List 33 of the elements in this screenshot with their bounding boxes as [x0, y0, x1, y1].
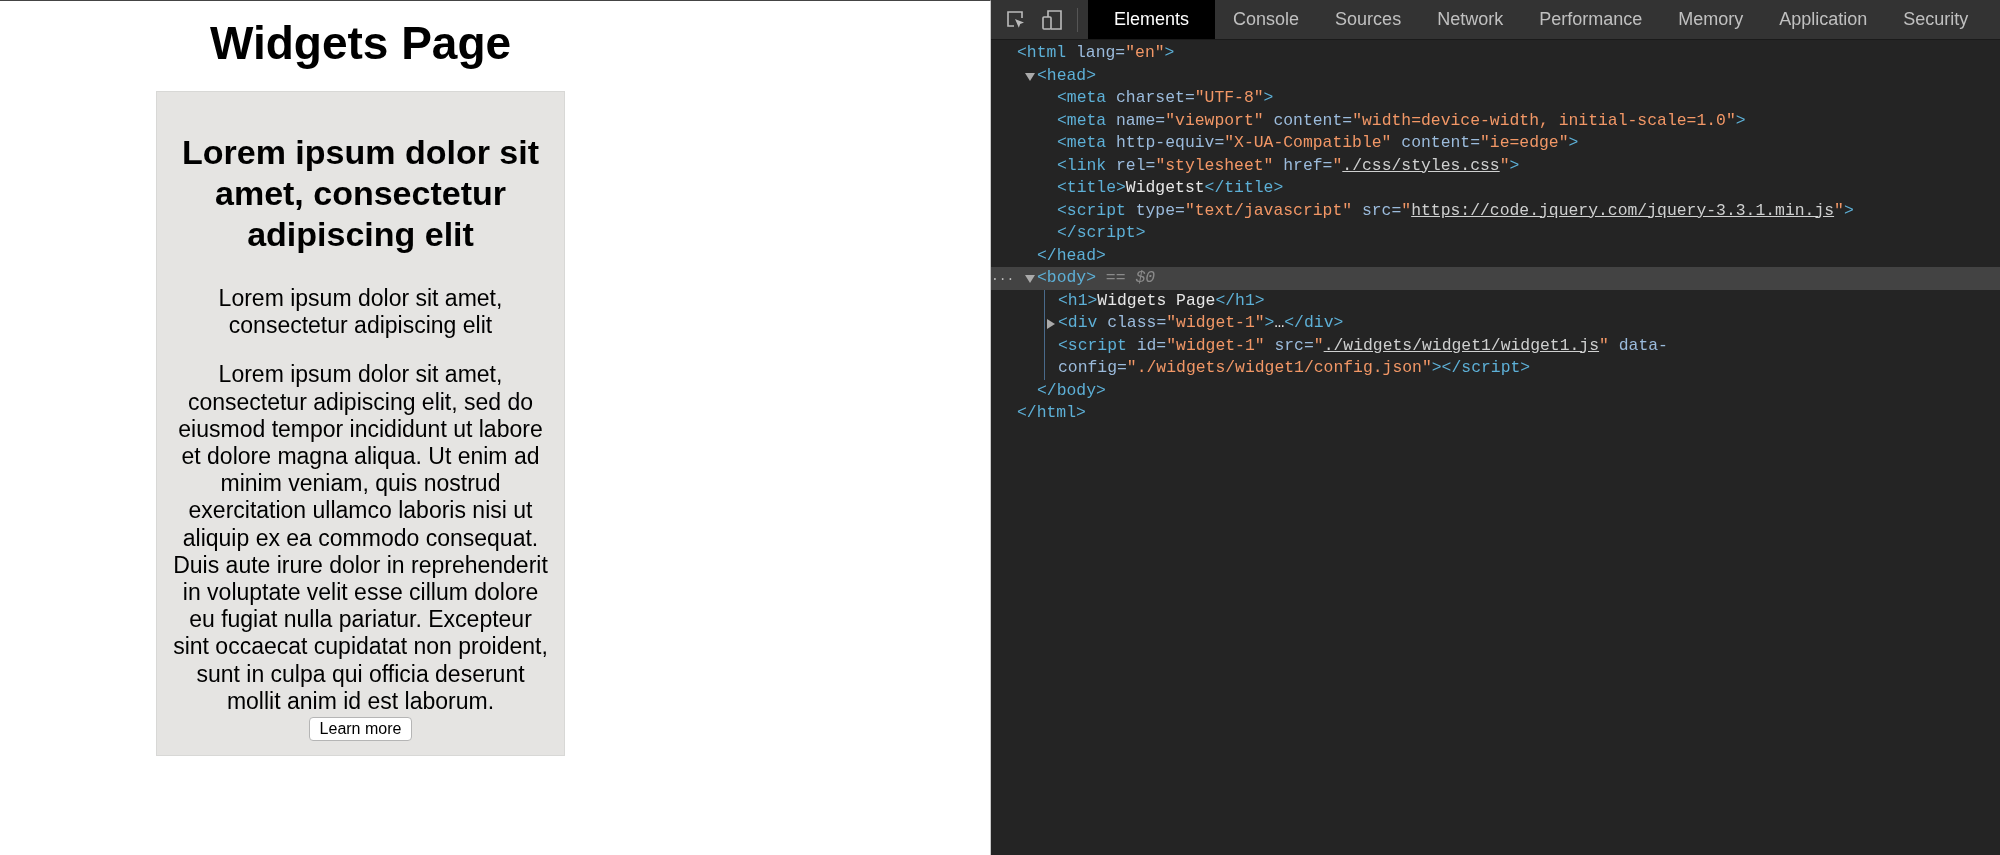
devtools-tab[interactable]: Performance [1521, 0, 1661, 39]
devtools-tab[interactable]: Elements [1088, 0, 1216, 39]
expanded-arrow-icon[interactable] [1025, 275, 1035, 283]
devtools-tab[interactable]: Memory [1660, 0, 1762, 39]
code-line[interactable]: <title>Widgetst</title> [1057, 177, 1284, 200]
code-line[interactable]: <h1>Widgets Page</h1> [1058, 289, 1265, 312]
devtools-tab[interactable]: Application [1761, 0, 1886, 39]
code-line[interactable]: <script type="text/javascript" src="https://code.jquery.com/jquery-3.3.1.min.js"></script> [1057, 199, 1929, 245]
code-line[interactable]: <meta name="viewport" content="width=device-width, initial-scale=1.0"> [1057, 109, 1746, 132]
card-title: Lorem ipsum dolor sit amet, consectetur adipiscing elit [180, 132, 540, 255]
learn-more-button[interactable]: Learn more [308, 717, 413, 742]
code-line[interactable]: <link rel="stylesheet" href="./css/styles.css"> [1057, 154, 1520, 177]
code-line[interactable]: </body> [1037, 379, 1106, 402]
code-line[interactable]: <head> [1037, 64, 1097, 87]
code-line[interactable]: </head> [1037, 244, 1106, 267]
devtools-tab[interactable]: Security [1885, 0, 1987, 39]
code-line[interactable]: <html lang="en"> [1017, 42, 1175, 65]
code-line[interactable]: <body> == $0 [1037, 267, 1156, 290]
card-paragraph: Lorem ipsum dolor sit amet, consectetur adipiscing elit, sed do eiusmod tempor incididunt ut labore et dolore magna aliqua. Ut enim ad minim veniam, quis nostrud exercitation ullamco laboris nisi ut aliquip ex ea commodo consequat. Duis aute irure dolor in reprehenderit in voluptate velit esse cillum dolore eu fugiat nulla pariatur. Excepteur sint occaecat cupidatat non proident, sunt in culpa qui officia deserunt mollit anim id est laborum. [172, 361, 549, 716]
code-line[interactable]: </html> [1017, 402, 1086, 425]
code-line[interactable]: <meta http-equiv="X-UA-Compatible" content="ie=edge"> [1057, 132, 1579, 155]
code-line[interactable]: <meta charset="UTF-8"> [1057, 87, 1274, 110]
code-line[interactable]: <script id="widget-1" src="./widgets/widget1/widget1.js" data-config="./widgets/widget1/config.json"></script> [1058, 334, 1930, 380]
devtools-tab[interactable]: Console [1215, 0, 1318, 39]
more-dots[interactable]: ... [991, 267, 1015, 287]
expanded-arrow-icon[interactable] [1025, 72, 1035, 81]
card-paragraph: Lorem ipsum dolor sit amet, consectetur adipiscing elit [217, 285, 504, 340]
device-icon[interactable] [1041, 8, 1063, 31]
collapsed-arrow-icon[interactable] [1047, 319, 1055, 329]
devtools-tab[interactable]: Sources [1317, 0, 1420, 39]
devtools-tab[interactable]: Network [1419, 0, 1522, 39]
page-heading: Widgets Page [208, 17, 513, 69]
code-line[interactable]: <div class="widget-1">…</div> [1058, 312, 1344, 335]
